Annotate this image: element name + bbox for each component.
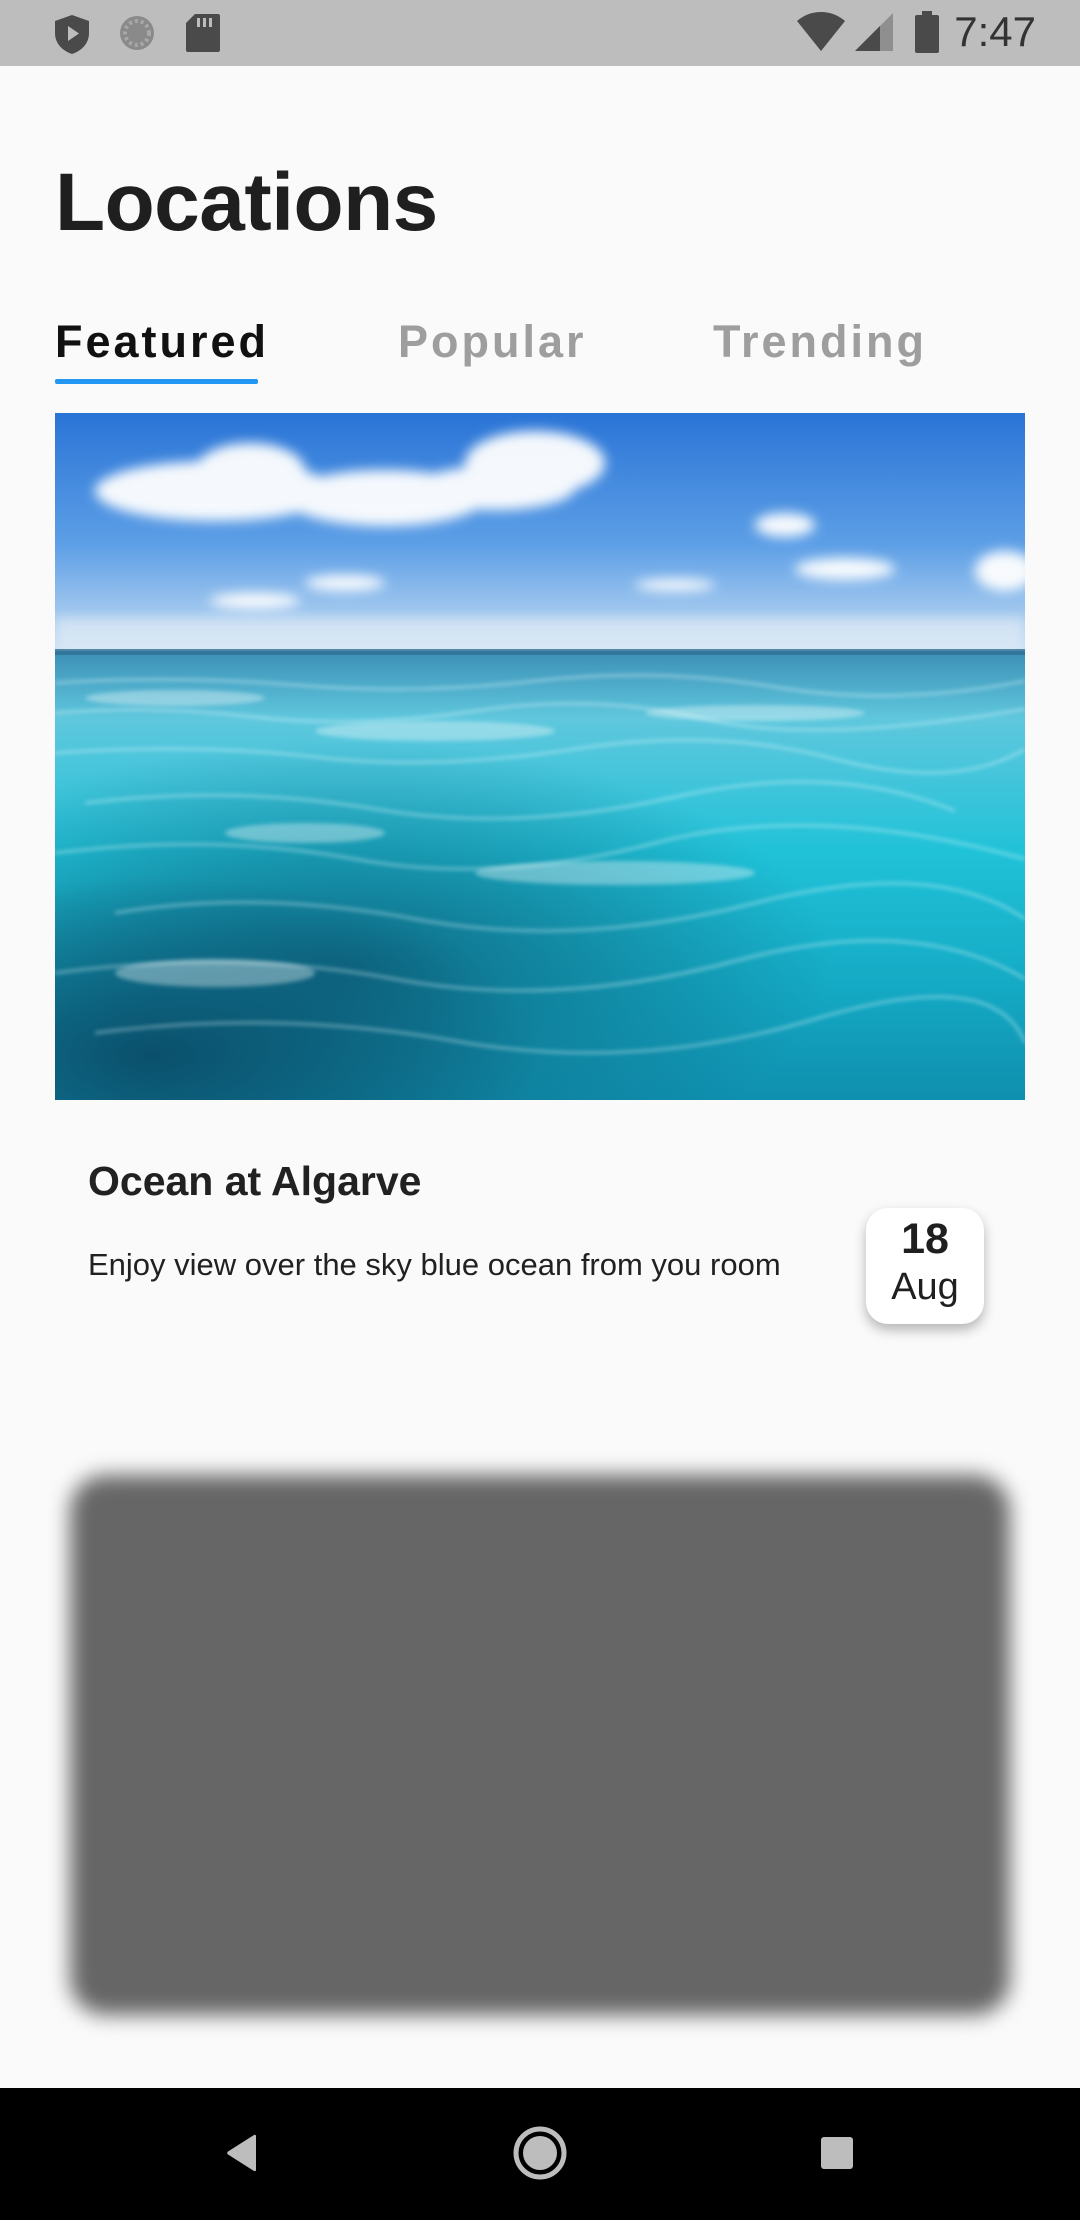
navigation-bar (0, 2088, 1080, 2220)
battery-icon (915, 11, 939, 58)
app-screen: 7:47 Locations Featured Popular Trending (0, 0, 1080, 2220)
tab-popular[interactable]: Popular (398, 312, 587, 372)
shield-icon (52, 13, 92, 60)
back-icon[interactable] (207, 2118, 277, 2188)
card-description: Enjoy view over the sky blue ocean from … (88, 1247, 781, 1282)
recents-icon[interactable] (802, 2118, 872, 2188)
sd-card-icon (185, 13, 221, 58)
tab-featured[interactable]: Featured (55, 312, 269, 372)
tab-indicator (55, 379, 258, 384)
card-title: Ocean at Algarve (88, 1158, 422, 1204)
tab-trending[interactable]: Trending (713, 312, 927, 372)
tab-bar: Featured Popular Trending (55, 312, 1025, 386)
ocean-photo[interactable] (55, 413, 1025, 1100)
home-icon[interactable] (505, 2118, 575, 2188)
sync-icon (117, 13, 157, 58)
date-month: Aug (891, 1266, 959, 1308)
loading-card-placeholder (70, 1475, 1010, 2015)
signal-icon (854, 12, 894, 57)
status-bar: 7:47 (0, 0, 1080, 66)
date-day: 18 (901, 1215, 949, 1263)
page-title: Locations (55, 157, 438, 248)
wifi-icon (796, 12, 846, 57)
status-time: 7:47 (954, 8, 1036, 55)
date-badge: 18 Aug (866, 1208, 984, 1324)
